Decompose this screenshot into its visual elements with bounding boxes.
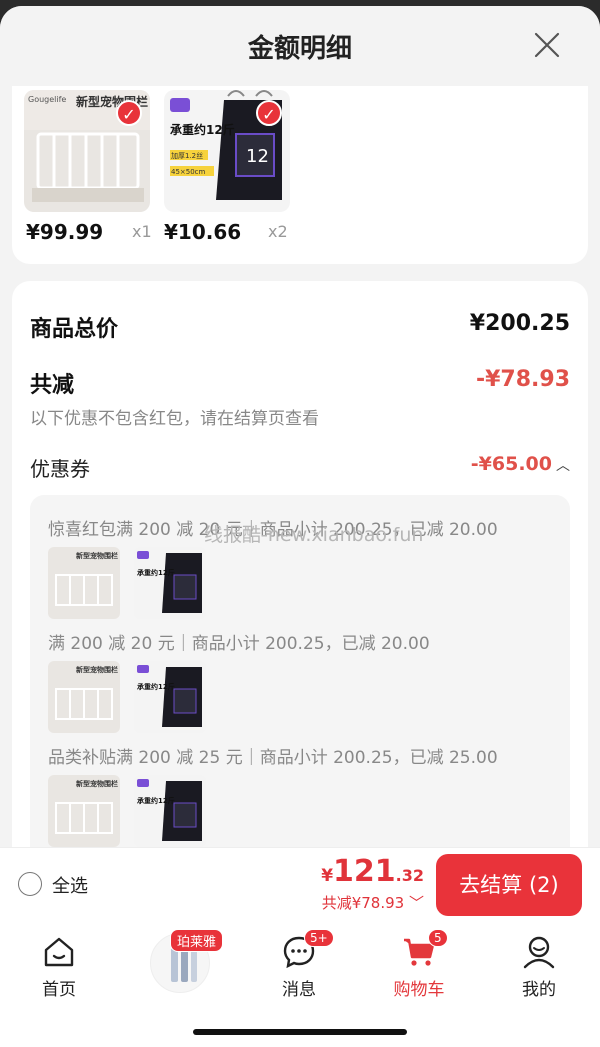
checkout-saving[interactable]: 共减¥78.93 ﹀ [322, 892, 424, 913]
thumbnail-pet-fence: 新型宠物围栏 [48, 547, 120, 619]
home-indicator [193, 1029, 407, 1035]
tab-label: 购物车 [393, 980, 445, 1000]
home-icon [44, 937, 74, 967]
amount-detail-sheet: 金额明细 Gougelife 新型宠物围栏 ✓ ¥99.99 x1 12 承重约… [0, 6, 600, 1047]
coupon-label[interactable]: 优惠券 [30, 453, 90, 482]
thumbnail-caption: 承重约12斤 [137, 568, 175, 577]
product-price: ¥10.66 [164, 220, 242, 244]
watermark-text: 线报酷-new.xianbao.fun [204, 524, 424, 546]
discount-line: 品类补贴满 200 减 25 元｜商品小计 200.25，已减 25.00 [48, 748, 498, 768]
brand-logo-text: Gougelife [28, 95, 66, 104]
total-discount-value: -¥78.93 [475, 367, 570, 392]
thumbnail-caption: 承重约12斤 [137, 682, 175, 691]
total-decimal: .32 [395, 866, 424, 885]
close-icon[interactable] [534, 32, 560, 58]
promo-badge: 珀莱雅 [170, 929, 224, 952]
selected-check-icon[interactable]: ✓ [256, 100, 282, 126]
thumbnail-caption: 新型宠物围栏 [76, 551, 118, 560]
thumbnail-garbage-bag: 承重约12斤 [134, 547, 206, 619]
cart-badge: 5 [428, 929, 448, 947]
coupon-detail-panel: 惊喜红包满 200 减 20 元｜商品小计 200.25，已减 20.00 新型… [30, 495, 570, 895]
thumbnail-garbage-bag: 承重约12斤 [134, 661, 206, 733]
checkout-button[interactable]: 去结算 (2) [436, 854, 582, 916]
saving-text: 共减¥78.93 [321, 894, 405, 912]
tab-home[interactable]: 首页 [14, 931, 104, 1001]
tab-label: 消息 [282, 980, 316, 1000]
product-list: Gougelife 新型宠物围栏 ✓ ¥99.99 x1 12 承重约12斤 加… [12, 86, 588, 264]
chevron-down-icon: ﹀ [404, 894, 424, 912]
select-all-label[interactable]: 全选 [52, 872, 88, 898]
total-price-value: ¥200.25 [469, 311, 570, 336]
tab-label: 首页 [42, 980, 76, 1000]
product-quantity: x2 [268, 222, 288, 241]
thumbnail-caption: 承重约12斤 [137, 796, 175, 805]
tab-profile[interactable]: 我的 [494, 931, 584, 1001]
sheet-header: 金额明细 [0, 6, 600, 86]
total-price-label: 商品总价 [30, 317, 119, 342]
tab-messages[interactable]: 5+ 消息 [254, 929, 344, 1001]
product-image-pet-fence[interactable]: Gougelife 新型宠物围栏 ✓ [24, 90, 150, 212]
product-image-garbage-bag[interactable]: 12 承重约12斤 加厚1.2丝 45×50cm ✓ [164, 90, 290, 212]
thumbnail-caption: 新型宠物围栏 [76, 779, 118, 788]
selected-check-icon[interactable]: ✓ [116, 100, 142, 126]
price-breakdown-card: 商品总价 ¥200.25 共减 -¥78.93 以下优惠不包含红包，请在结算页查… [12, 281, 588, 895]
checkout-bar: 全选 ¥121.32 共减¥78.93 ﹀ 去结算 (2) [0, 847, 600, 923]
tab-cart[interactable]: 5 购物车 [374, 929, 464, 1001]
bag-count-number: 12 [246, 146, 269, 167]
product-quantity: x1 [132, 222, 152, 241]
bag-thickness-label: 加厚1.2丝 [171, 151, 203, 160]
thumbnail-caption: 新型宠物围栏 [76, 665, 118, 674]
select-all-radio[interactable] [18, 872, 42, 896]
currency-symbol: ¥ [321, 866, 334, 886]
sheet-title: 金额明细 [247, 34, 352, 64]
bag-caption-line: 承重约12斤 [170, 122, 235, 137]
bottom-tab-bar: 首页 珀莱雅 5+ 消息 5 购物车 我的 [0, 923, 600, 1047]
chevron-up-icon: ︿ [556, 458, 570, 474]
thumbnail-pet-fence: 新型宠物围栏 [48, 661, 120, 733]
thumbnail-garbage-bag: 承重约12斤 [134, 775, 206, 847]
total-discount-label: 共减 [30, 373, 75, 398]
bag-size-label: 45×50cm [171, 168, 206, 176]
coupon-value: -¥65.00 [470, 453, 552, 475]
discount-line: 满 200 减 20 元｜商品小计 200.25，已减 20.00 [48, 634, 430, 654]
discount-note: 以下优惠不包含红包，请在结算页查看 [30, 409, 319, 429]
profile-icon [523, 936, 555, 969]
message-badge: 5+ [304, 929, 334, 947]
coupon-toggle[interactable]: -¥65.00 ︿ [471, 453, 570, 475]
tab-label: 我的 [522, 980, 556, 1000]
total-integer: 121 [333, 854, 396, 889]
thumbnail-pet-fence: 新型宠物围栏 [48, 775, 120, 847]
product-price: ¥99.99 [26, 220, 104, 244]
checkout-total: ¥121.32 [321, 854, 424, 889]
